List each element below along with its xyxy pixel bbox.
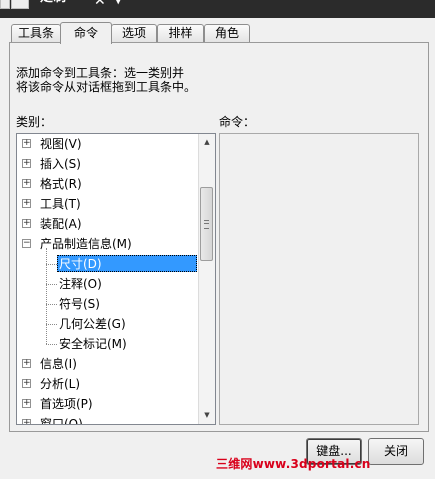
tree-item-label: 窗口(O) [40,417,83,425]
titlebar-segment [0,0,10,9]
expand-icon[interactable]: + [22,379,31,388]
tree-child-item[interactable]: 符号(S) [17,294,199,314]
expand-icon[interactable]: + [22,159,31,168]
instructions-line-1: 添加命令到工具条：选一类别并 [16,66,185,80]
tree-item-label: 分析(L) [40,377,81,391]
tree-item-label: 格式(R) [40,177,82,191]
command-list[interactable] [219,133,419,425]
close-button[interactable]: 关闭 [368,438,424,465]
tree-item-label: 符号(S) [59,297,100,311]
tree-connector [46,304,57,305]
tree-category-item[interactable]: + 视图(V) [17,134,199,154]
tree-item-label: 几何公差(G) [59,317,126,331]
tree-item-label: 视图(V) [40,137,82,151]
tab-roles[interactable]: 角色 [204,24,250,42]
expand-icon[interactable]: + [22,399,31,408]
scrollbar-thumb[interactable] [200,187,213,262]
category-tree[interactable]: + 视图(V) + 插入(S) + 格式(R) + 工具(T) + 装配(A) − 产品制造信息(M)… [16,133,216,425]
tree-connector [46,344,57,345]
watermark: 三维网www.3dportal.cn [216,457,371,471]
tree-connector [46,264,57,265]
tree-category-item[interactable]: + 窗口(O) [17,414,199,425]
instructions-line-2: 将该命令从对话框拖到工具条中。 [16,80,197,94]
category-scrollbar[interactable]: ▲ ▼ [198,134,215,424]
tree-item-label: 插入(S) [40,157,81,171]
tab-layout[interactable]: 排样 [157,24,204,42]
commands-label: 命令： [219,115,256,129]
tree-category-item[interactable]: + 格式(R) [17,174,199,194]
tree-category-item[interactable]: + 分析(L) [17,374,199,394]
tree-category-item[interactable]: + 信息(I) [17,354,199,374]
tree-child-item[interactable]: 注释(O) [17,274,199,294]
expand-icon[interactable]: + [22,419,31,424]
arrow-down-icon[interactable]: ▼ [114,0,122,6]
tree-item-label: 尺寸(D) [59,257,102,271]
tree-child-item[interactable]: 安全标记(M) [17,334,199,354]
tree-connector [46,284,57,285]
tree-category-item[interactable]: + 工具(T) [17,194,199,214]
tree-child-item[interactable]: 几何公差(G) [17,314,199,334]
instructions: 添加命令到工具条：选一类别并 将该命令从对话框拖到工具条中。 [16,66,196,94]
tab-toolbars[interactable]: 工具条 [11,24,61,42]
titlebar-segment [11,0,29,9]
close-icon[interactable]: ✕ [94,0,106,8]
tree-category-item[interactable]: + 首选项(P) [17,394,199,414]
collapse-icon[interactable]: − [22,239,31,248]
expand-icon[interactable]: + [22,139,31,148]
window-title: 定制 [40,0,66,5]
title-bar: 定制 ✕ ▼ [0,0,435,18]
tree-item-label: 装配(A) [40,217,82,231]
tree-child-item[interactable]: 尺寸(D) [17,254,199,274]
tree-item-label: 注释(O) [59,277,102,291]
tab-options[interactable]: 选项 [111,24,157,42]
tree-item-label: 首选项(P) [40,397,93,411]
tree-item-label: 产品制造信息(M) [40,237,132,251]
grip-icon [204,220,209,230]
expand-icon[interactable]: + [22,219,31,228]
expand-icon[interactable]: + [22,199,31,208]
category-label: 类别： [16,115,53,129]
tree-item-label: 安全标记(M) [59,337,127,351]
scroll-down-icon[interactable]: ▼ [199,407,215,424]
tree-connector [46,248,47,344]
tree-item-label: 信息(I) [40,357,77,371]
expand-icon[interactable]: + [22,359,31,368]
tree-category-item[interactable]: + 装配(A) [17,214,199,234]
tab-commands[interactable]: 命令 [60,22,112,44]
tree-category-item[interactable]: − 产品制造信息(M) [17,234,199,254]
tree-connector [46,324,57,325]
scroll-up-icon[interactable]: ▲ [199,134,215,151]
tree-item-label: 工具(T) [40,197,81,211]
tree-category-item[interactable]: + 插入(S) [17,154,199,174]
expand-icon[interactable]: + [22,179,31,188]
